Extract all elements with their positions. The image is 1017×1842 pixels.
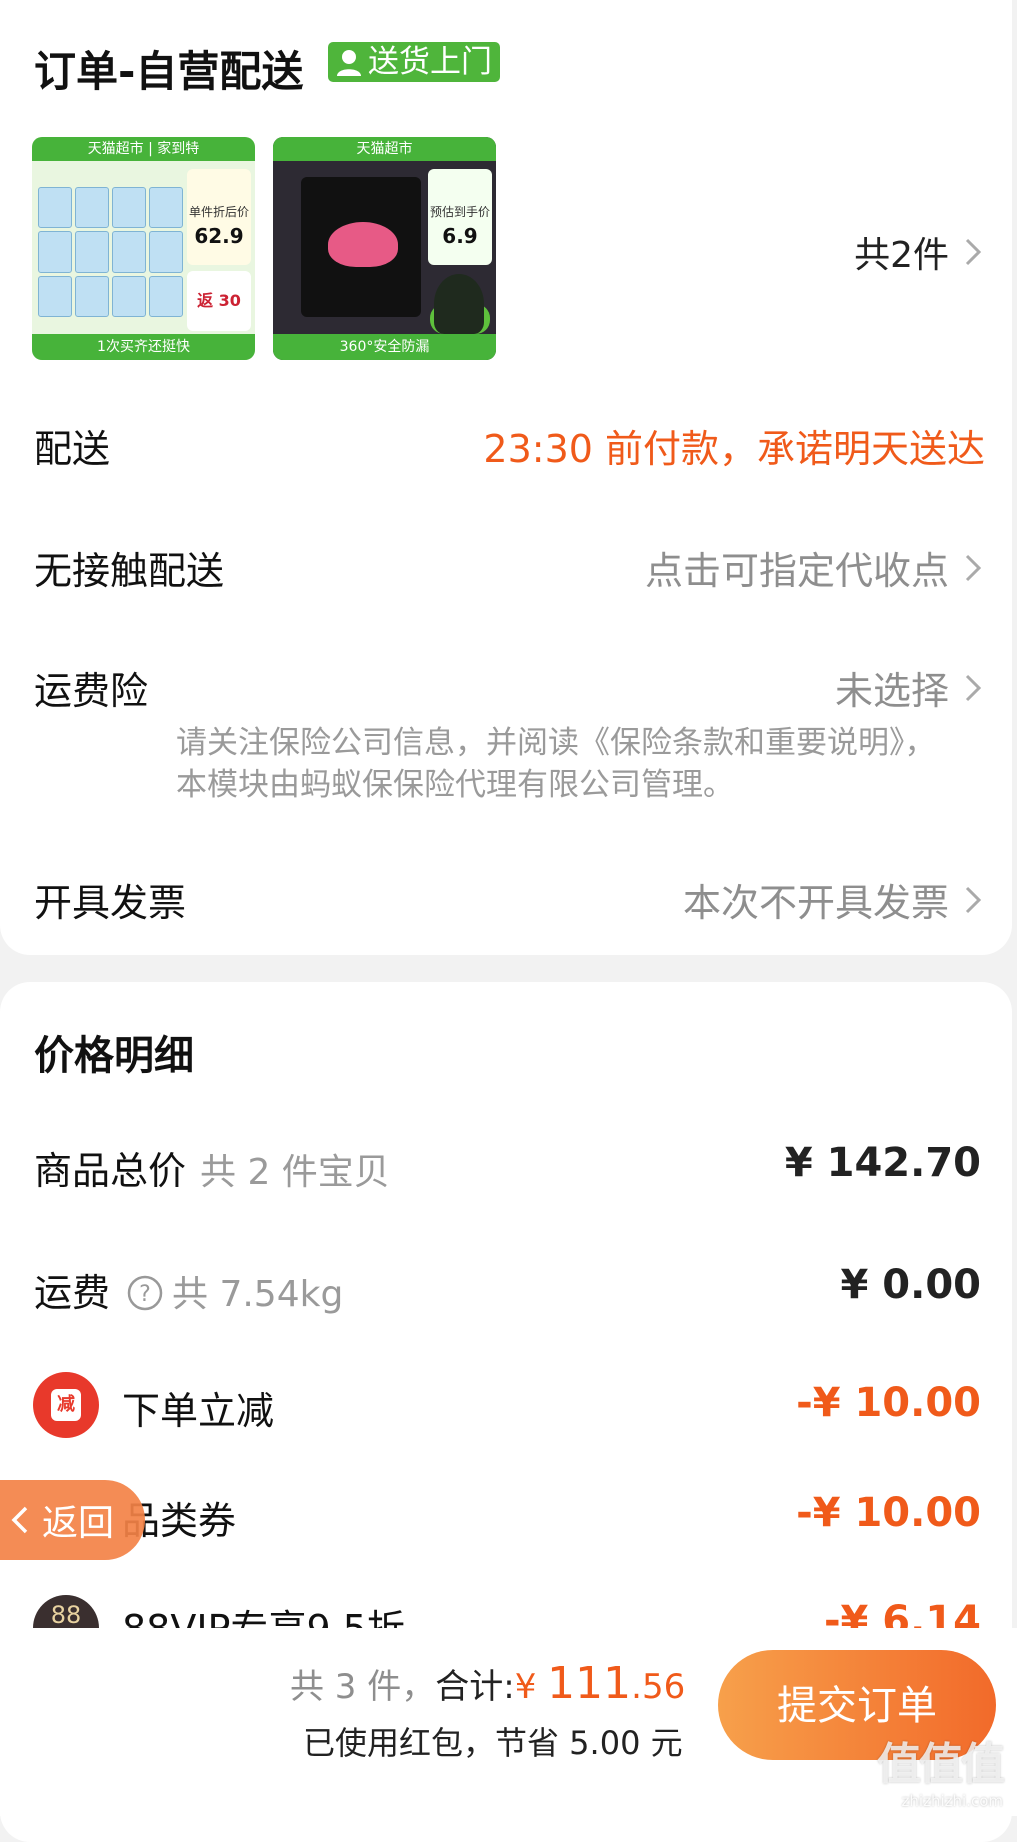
thumbnail-price-tag: 预估到手价 6.9 <box>428 169 492 265</box>
category-coupon-amount: -¥ 10.00 <box>796 1490 981 1536</box>
goods-total-row: 商品总价共 2 件宝贝 <box>34 1140 390 1195</box>
total-decimal: .56 <box>631 1667 686 1707</box>
checkout-bar: 共 3 件，合计:¥ 111.56 已使用红包，节省 5.00 元 提交订单 值… <box>0 1628 1017 1816</box>
chevron-right-icon <box>965 238 982 266</box>
person-icon <box>337 50 361 76</box>
insurance-value: 未选择 <box>834 669 949 713</box>
watermark: 值值值 zhizhizhi.com <box>853 1728 1005 1810</box>
total-currency: ¥ <box>514 1667 548 1707</box>
total-label: 合计: <box>435 1667 515 1707</box>
shipping-label: 配送 <box>34 427 111 471</box>
freight-row: 运费 ? 共 7.54kg <box>34 1262 343 1317</box>
heart-graphic <box>328 222 398 267</box>
tissue-pack-image <box>38 187 183 317</box>
thumbnail-price: 6.9 <box>442 224 478 248</box>
product-thumbnail-1[interactable]: 天猫超市 | 家到特 单件折后价 62.9 返 30 元 1次买齐还挺快 <box>32 137 255 360</box>
question-circle-icon[interactable]: ? <box>126 1274 164 1312</box>
total-count: 共 3 件， <box>290 1667 436 1707</box>
thumbnail-foot: 1次买齐还挺快 <box>32 334 255 360</box>
tmall-cat-icon <box>434 274 484 334</box>
price-detail-title: 价格明细 <box>34 1033 194 1079</box>
watermark-logo: 值值值 <box>877 1739 1005 1790</box>
delivery-badge: 送货上门 <box>328 42 500 82</box>
freight-label: 运费 <box>34 1271 111 1315</box>
chevron-right-icon <box>965 674 982 701</box>
watermark-url: zhizhizhi.com <box>901 1792 1003 1810</box>
item-count-link[interactable]: 共2件 <box>854 226 985 278</box>
thumbnail-foot: 360°安全防漏 <box>273 334 496 360</box>
insurance-note: 请关注保险公司信息，并阅读《保险条款和重要说明》，本模块由蚂蚁保保险代理有限公司… <box>176 725 936 803</box>
goods-total-label: 商品总价 <box>34 1149 187 1193</box>
shipping-promise: 23:30 前付款，承诺明天送达 <box>483 427 985 471</box>
invoice-label: 开具发票 <box>34 881 187 925</box>
savings-note: 已使用红包，节省 5.00 元 <box>303 1724 683 1762</box>
insurance-label: 运费险 <box>34 669 149 713</box>
goods-total-amount: ¥ 142.70 <box>784 1140 981 1186</box>
thumbnail-price-tag: 单件折后价 62.9 <box>187 169 251 265</box>
freight-weight: 共 7.54kg <box>172 1274 344 1315</box>
goods-total-count: 共 2 件宝贝 <box>200 1152 390 1193</box>
rebate-tag: 返 30 元 <box>187 271 251 360</box>
chevron-right-icon <box>965 554 982 581</box>
thumbnail-banner: 天猫超市 <box>273 137 496 161</box>
thumbnail-price: 62.9 <box>194 224 244 248</box>
discount-icon: 减 <box>33 1372 99 1438</box>
contactless-value: 点击可指定代收点 <box>644 549 949 593</box>
delivery-badge-label: 送货上门 <box>368 44 492 80</box>
product-thumbnail-2[interactable]: 天猫超市 预估到手价 6.9 360°安全防漏 <box>273 137 496 360</box>
instant-discount-amount: -¥ 10.00 <box>796 1380 981 1426</box>
instant-discount-label: 下单立减 <box>122 1389 275 1433</box>
item-count: 共2件 <box>854 235 949 276</box>
thumbnail-banner: 天猫超市 | 家到特 <box>32 137 255 161</box>
svg-text:?: ? <box>139 1282 151 1307</box>
invoice-value: 本次不开具发票 <box>682 881 949 925</box>
chevron-left-icon <box>11 1506 28 1534</box>
price-caption: 单件折后价 <box>188 205 249 219</box>
price-caption: 预估到手价 <box>429 205 490 219</box>
total-line: 共 3 件，合计:¥ 111.56 <box>290 1658 685 1709</box>
invoice-picker[interactable]: 本次不开具发票 <box>683 872 985 927</box>
order-title: 订单-自营配送 <box>34 47 304 96</box>
contactless-picker[interactable]: 点击可指定代收点 <box>645 540 985 595</box>
back-button[interactable]: 返回 <box>0 1480 145 1560</box>
total-integer: 111 <box>547 1658 632 1709</box>
back-button-label: 返回 <box>42 1503 115 1544</box>
discount-icon-glyph: 减 <box>51 1389 81 1421</box>
chevron-right-icon <box>965 886 982 913</box>
contactless-label: 无接触配送 <box>34 549 225 593</box>
freight-amount: ¥ 0.00 <box>840 1262 981 1308</box>
insurance-picker[interactable]: 未选择 <box>835 660 985 715</box>
